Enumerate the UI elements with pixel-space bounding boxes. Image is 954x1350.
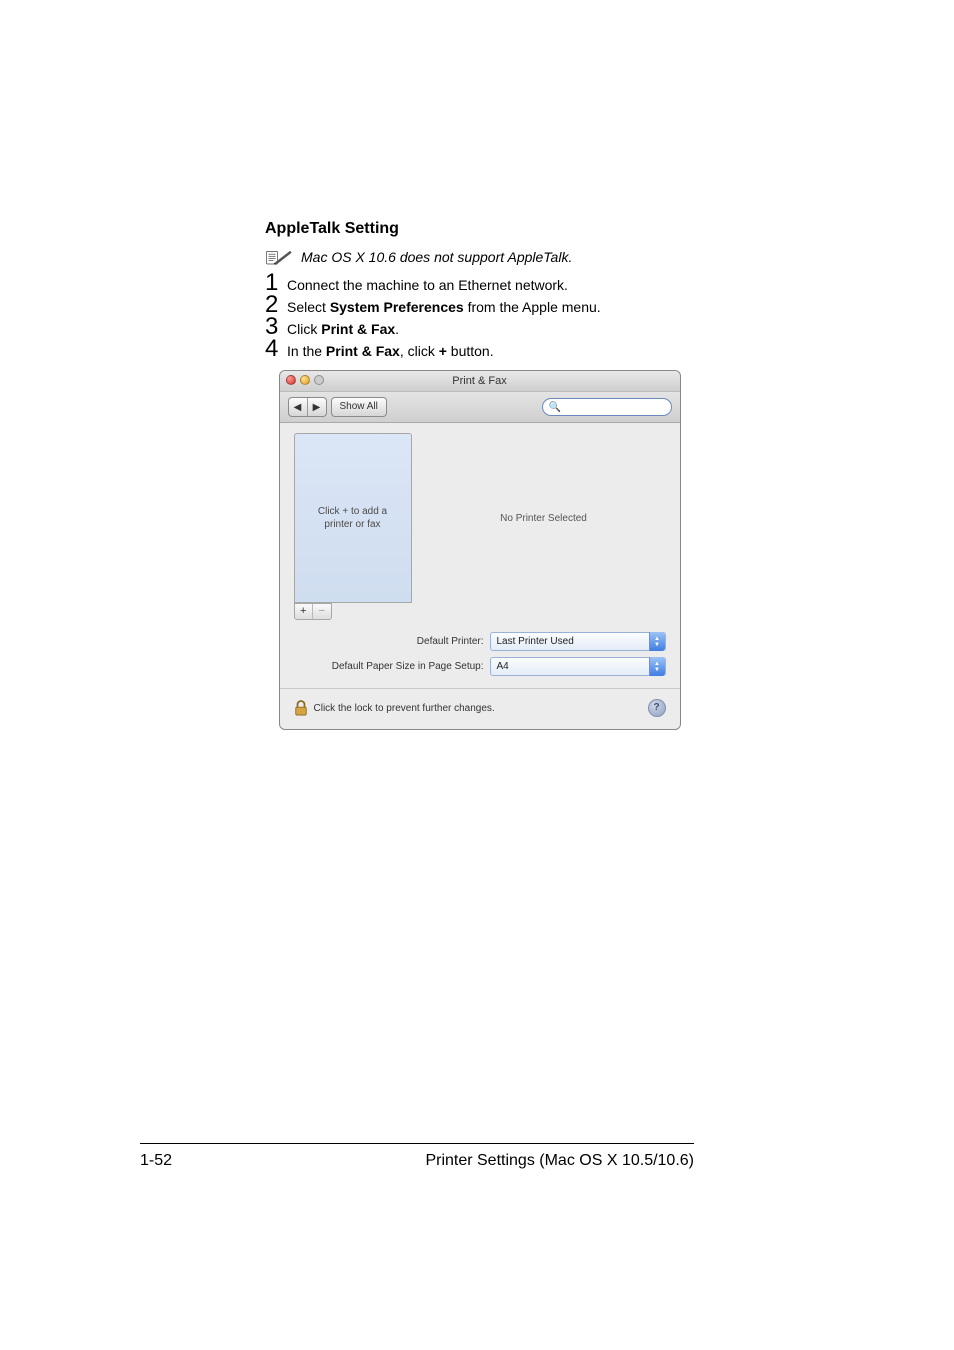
note-text: Mac OS X 10.6 does not support AppleTalk… [301, 249, 572, 265]
printer-list[interactable]: Click + to add a printer or fax [294, 433, 412, 603]
window-title: Print & Fax [452, 375, 506, 387]
chevron-updown-icon: ▲▼ [649, 632, 665, 651]
search-icon: 🔍 [549, 402, 561, 413]
window-titlebar: Print & Fax [280, 371, 680, 392]
default-printer-value: Last Printer Used [497, 636, 574, 647]
note-icon [265, 248, 293, 266]
printer-list-placeholder: Click + to add a printer or fax [318, 505, 387, 531]
default-paper-select[interactable]: A4 ▲▼ [490, 657, 666, 676]
no-printer-label: No Printer Selected [500, 513, 587, 524]
nav-buttons: ◀ ▶ [288, 397, 327, 417]
help-button[interactable]: ? [648, 699, 666, 717]
lock-icon[interactable] [294, 700, 308, 716]
footer-title: Printer Settings (Mac OS X 10.5/10.6) [425, 1152, 694, 1170]
default-paper-value: A4 [497, 661, 509, 672]
step-item: 3Click Print & Fax. [265, 316, 694, 340]
zoom-icon[interactable] [314, 375, 324, 385]
remove-printer-button[interactable]: − [313, 604, 331, 619]
default-printer-label: Default Printer: [294, 636, 490, 647]
lock-text: Click the lock to prevent further change… [314, 703, 495, 714]
steps-list: 1Connect the machine to an Ethernet netw… [265, 272, 694, 362]
note: Mac OS X 10.6 does not support AppleTalk… [265, 248, 694, 266]
default-paper-label: Default Paper Size in Page Setup: [294, 661, 490, 672]
step-text: Connect the machine to an Ethernet netwo… [287, 274, 568, 296]
minimize-icon[interactable] [300, 375, 310, 385]
page-footer: 1-52 Printer Settings (Mac OS X 10.5/10.… [140, 1143, 694, 1170]
add-printer-button[interactable]: + [295, 604, 314, 619]
search-input[interactable]: 🔍 [542, 398, 672, 416]
chevron-updown-icon: ▲▼ [649, 657, 665, 676]
step-text: In the Print & Fax, click + button. [287, 340, 494, 362]
traffic-lights [286, 375, 324, 385]
forward-button[interactable]: ▶ [308, 398, 326, 416]
show-all-button[interactable]: Show All [331, 397, 387, 417]
step-text: Select System Preferences from the Apple… [287, 296, 601, 318]
page-number: 1-52 [140, 1152, 172, 1170]
step-item: 2Select System Preferences from the Appl… [265, 294, 694, 318]
step-item: 4In the Print & Fax, click + button. [265, 338, 694, 362]
step-text: Click Print & Fax. [287, 318, 399, 340]
printer-detail-pane: No Printer Selected [422, 433, 666, 603]
print-fax-window: Print & Fax ◀ ▶ Show All 🔍 Click + to ad… [279, 370, 681, 730]
close-icon[interactable] [286, 375, 296, 385]
section-heading: AppleTalk Setting [265, 220, 694, 238]
default-printer-select[interactable]: Last Printer Used ▲▼ [490, 632, 666, 651]
toolbar: ◀ ▶ Show All 🔍 [280, 392, 680, 423]
step-item: 1Connect the machine to an Ethernet netw… [265, 272, 694, 296]
back-button[interactable]: ◀ [289, 398, 308, 416]
step-number: 4 [265, 338, 287, 360]
